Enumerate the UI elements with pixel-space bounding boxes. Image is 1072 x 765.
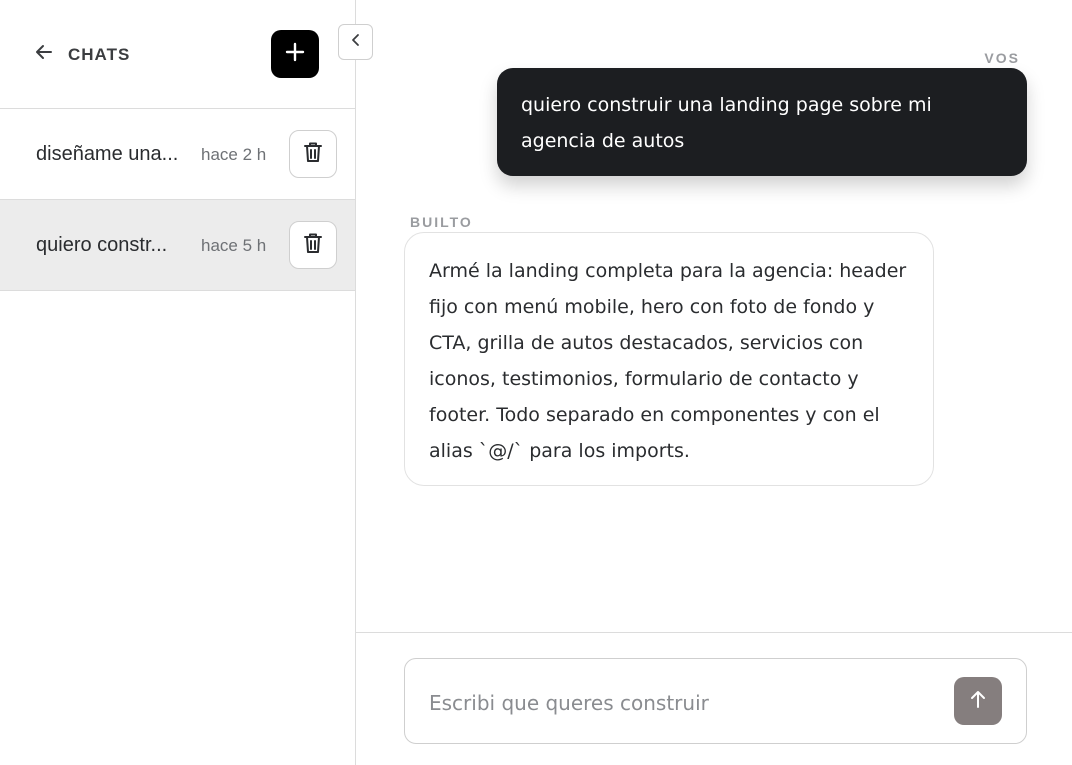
new-chat-button[interactable]	[271, 30, 319, 78]
send-button[interactable]	[954, 677, 1002, 725]
sidebar: CHATS diseñame una... hace 2 h quiero co…	[0, 0, 356, 765]
back-button[interactable]	[32, 42, 56, 66]
composer-divider	[356, 632, 1072, 633]
message-sender-label: VOS	[984, 50, 1020, 66]
delete-chat-button[interactable]	[289, 221, 337, 269]
plus-icon	[284, 41, 306, 68]
user-message-bubble: quiero construir una landing page sobre …	[497, 68, 1027, 176]
chat-item-title: diseñame una...	[36, 143, 179, 165]
prompt-input[interactable]	[429, 685, 929, 721]
sidebar-title: CHATS	[68, 45, 131, 64]
trash-icon	[302, 140, 324, 169]
chat-item-title: quiero constr...	[36, 234, 168, 256]
arrow-up-icon	[968, 688, 988, 715]
chat-item-time: hace 2 h	[201, 145, 267, 164]
arrow-left-icon	[34, 42, 54, 67]
chat-list: diseñame una... hace 2 h quiero constr..…	[0, 109, 355, 291]
delete-chat-button[interactable]	[289, 130, 337, 178]
conversation-panel: VOS quiero construir una landing page so…	[356, 0, 1072, 765]
sidebar-header: CHATS	[0, 0, 355, 109]
composer	[404, 658, 1027, 744]
chat-list-item[interactable]: quiero constr... hace 5 h	[0, 200, 355, 291]
message-sender-label: BUILTO	[410, 214, 473, 230]
chat-item-time: hace 5 h	[201, 236, 267, 255]
trash-icon	[302, 231, 324, 260]
assistant-message-bubble: Armé la landing completa para la agencia…	[404, 232, 934, 486]
chat-list-item[interactable]: diseñame una... hace 2 h	[0, 109, 355, 200]
